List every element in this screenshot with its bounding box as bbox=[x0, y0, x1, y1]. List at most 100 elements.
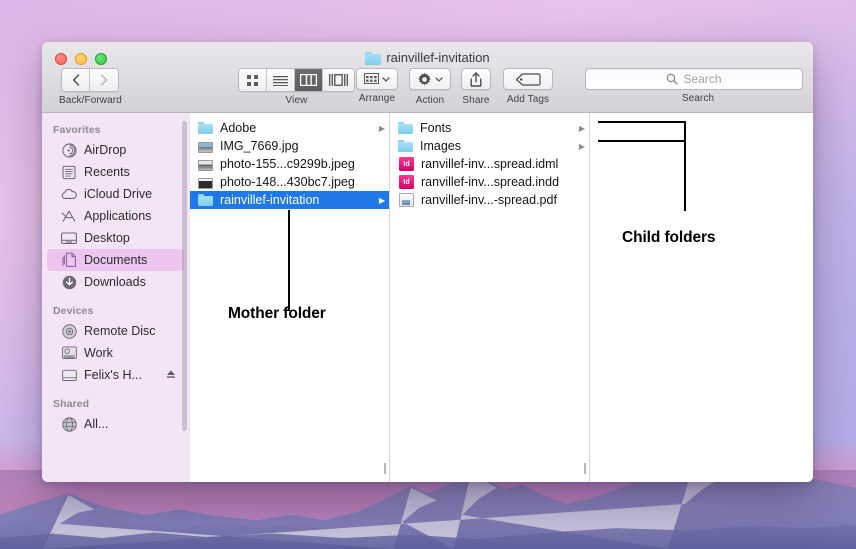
chevron-down-icon bbox=[382, 76, 390, 82]
column-rainvillef-invitation: Fonts ▶ Images ▶ Id ranvillef-inv...spre… bbox=[390, 113, 594, 482]
sidebar-item-label: Desktop bbox=[84, 231, 130, 245]
item-name: photo-155...c9299b.jpeg bbox=[220, 157, 355, 171]
list-item[interactable]: Id ranvillef-inv...spread.indd bbox=[390, 173, 589, 191]
action-group: Action bbox=[409, 68, 451, 106]
sidebar-item-icloud-drive[interactable]: iCloud Drive bbox=[47, 183, 184, 205]
tag-icon bbox=[515, 72, 541, 86]
share-button[interactable] bbox=[461, 68, 491, 90]
sidebar-scrollbar[interactable] bbox=[182, 121, 187, 431]
indesign-icon: Id bbox=[399, 175, 414, 189]
window-title-bar: rainvillef-invitation bbox=[42, 49, 813, 67]
window-title: rainvillef-invitation bbox=[386, 50, 490, 65]
window-chrome: rainvillef-invitation Back/Forward View … bbox=[42, 42, 813, 113]
forward-button[interactable] bbox=[90, 69, 119, 91]
sidebar-item-remote-disc[interactable]: Remote Disc bbox=[47, 320, 184, 342]
gallery-view-icon bbox=[329, 74, 348, 86]
pdf-icon bbox=[399, 193, 414, 207]
share-label: Share bbox=[462, 94, 490, 106]
disclosure-chevron-icon: ▶ bbox=[578, 141, 585, 151]
column-view-icon bbox=[300, 74, 317, 86]
disc-icon bbox=[61, 323, 77, 339]
add-tags-button[interactable] bbox=[503, 68, 553, 90]
share-icon bbox=[470, 71, 482, 87]
sidebar-item-label: Felix's H... bbox=[84, 368, 142, 382]
child-folders-bracket-bottom bbox=[598, 140, 686, 142]
column-preview[interactable] bbox=[590, 113, 813, 482]
sidebar-item-all[interactable]: All... bbox=[47, 413, 184, 435]
list-view-button[interactable] bbox=[267, 69, 295, 91]
list-item[interactable]: Fonts ▶ bbox=[390, 119, 589, 137]
column-view-button[interactable] bbox=[295, 69, 323, 91]
item-name: Adobe bbox=[220, 121, 257, 135]
icon-view-button[interactable] bbox=[239, 69, 267, 91]
gear-icon bbox=[418, 72, 431, 85]
finder-window: rainvillef-invitation Back/Forward View … bbox=[42, 42, 813, 482]
list-item-selected[interactable]: rainvillef-invitation ▶ bbox=[190, 191, 389, 209]
sidebar-item-felixs-h[interactable]: Felix's H... bbox=[47, 364, 184, 386]
item-name: ranvillef-inv...-spread.pdf bbox=[421, 193, 557, 207]
view-group: View bbox=[238, 68, 355, 106]
sidebar-item-recents[interactable]: Recents bbox=[47, 161, 184, 183]
folder-icon bbox=[365, 51, 382, 65]
chevron-left-icon bbox=[72, 74, 80, 86]
view-segmented[interactable] bbox=[238, 68, 355, 92]
eject-icon[interactable] bbox=[166, 369, 176, 382]
back-forward-label: Back/Forward bbox=[59, 95, 122, 106]
list-item[interactable]: Images ▶ bbox=[390, 137, 589, 155]
desktop-icon bbox=[61, 230, 77, 246]
search-placeholder: Search bbox=[683, 72, 722, 86]
sidebar-item-applications[interactable]: Applications bbox=[47, 205, 184, 227]
search-input[interactable]: Search bbox=[585, 68, 803, 90]
list-item[interactable]: Id ranvillef-inv...spread.idml bbox=[390, 155, 589, 173]
image-file-icon bbox=[198, 141, 213, 153]
item-name: photo-148...430bc7.jpeg bbox=[220, 175, 355, 189]
sidebar-item-label: Remote Disc bbox=[84, 324, 156, 338]
sidebar-item-label: Work bbox=[84, 346, 113, 360]
action-button[interactable] bbox=[409, 68, 451, 90]
arrange-button[interactable] bbox=[356, 68, 398, 90]
folder-icon bbox=[398, 121, 413, 136]
item-name: Fonts bbox=[420, 121, 452, 135]
item-name: ranvillef-inv...spread.indd bbox=[421, 175, 560, 189]
share-group: Share bbox=[461, 68, 491, 106]
harddisk-icon bbox=[61, 345, 77, 361]
drive-icon bbox=[61, 367, 77, 383]
item-name: ranvillef-inv...spread.idml bbox=[421, 157, 559, 171]
list-item[interactable]: ranvillef-inv...-spread.pdf bbox=[390, 191, 589, 209]
add-tags-group: Add Tags bbox=[503, 68, 553, 105]
column-documents: Adobe ▶ IMG_7669.jpg photo-155...c9299b.… bbox=[190, 113, 394, 482]
sidebar-item-downloads[interactable]: Downloads bbox=[47, 271, 184, 293]
back-forward-segmented[interactable] bbox=[61, 68, 120, 92]
sidebar-item-airdrop[interactable]: AirDrop bbox=[47, 139, 184, 161]
view-label: View bbox=[285, 95, 308, 106]
sidebar-item-label: Recents bbox=[84, 165, 130, 179]
gallery-view-button[interactable] bbox=[323, 69, 354, 91]
list-item[interactable]: Adobe ▶ bbox=[190, 119, 389, 137]
action-label: Action bbox=[415, 94, 445, 106]
list-item[interactable]: IMG_7669.jpg bbox=[190, 137, 389, 155]
back-button[interactable] bbox=[62, 69, 91, 91]
cloud-icon bbox=[61, 186, 77, 202]
child-folders-label: Child folders bbox=[622, 229, 716, 246]
window-body: Favorites AirDrop Recents iCloud Drive A… bbox=[42, 113, 813, 482]
child-folders-leader-line bbox=[684, 121, 686, 211]
back-forward-group: Back/Forward bbox=[59, 68, 122, 106]
applications-icon bbox=[61, 208, 77, 224]
network-globe-icon bbox=[61, 416, 77, 432]
image-file-icon bbox=[198, 159, 213, 171]
search-icon bbox=[667, 73, 679, 85]
sidebar-item-desktop[interactable]: Desktop bbox=[47, 227, 184, 249]
sidebar-item-label: iCloud Drive bbox=[84, 187, 153, 201]
sidebar: Favorites AirDrop Recents iCloud Drive A… bbox=[42, 113, 190, 482]
desktop: rainvillef-invitation Back/Forward View … bbox=[0, 0, 856, 549]
chevron-down-icon bbox=[435, 76, 443, 82]
icon-view-icon bbox=[247, 74, 258, 86]
item-name: rainvillef-invitation bbox=[220, 193, 320, 207]
list-item[interactable]: photo-155...c9299b.jpeg bbox=[190, 155, 389, 173]
sidebar-header-devices: Devices bbox=[53, 305, 94, 317]
list-item[interactable]: photo-148...430bc7.jpeg bbox=[190, 173, 389, 191]
documents-icon bbox=[61, 252, 77, 268]
sidebar-item-documents[interactable]: Documents bbox=[47, 249, 184, 271]
sidebar-item-work[interactable]: Work bbox=[47, 342, 184, 364]
disclosure-chevron-icon: ▶ bbox=[378, 123, 385, 133]
